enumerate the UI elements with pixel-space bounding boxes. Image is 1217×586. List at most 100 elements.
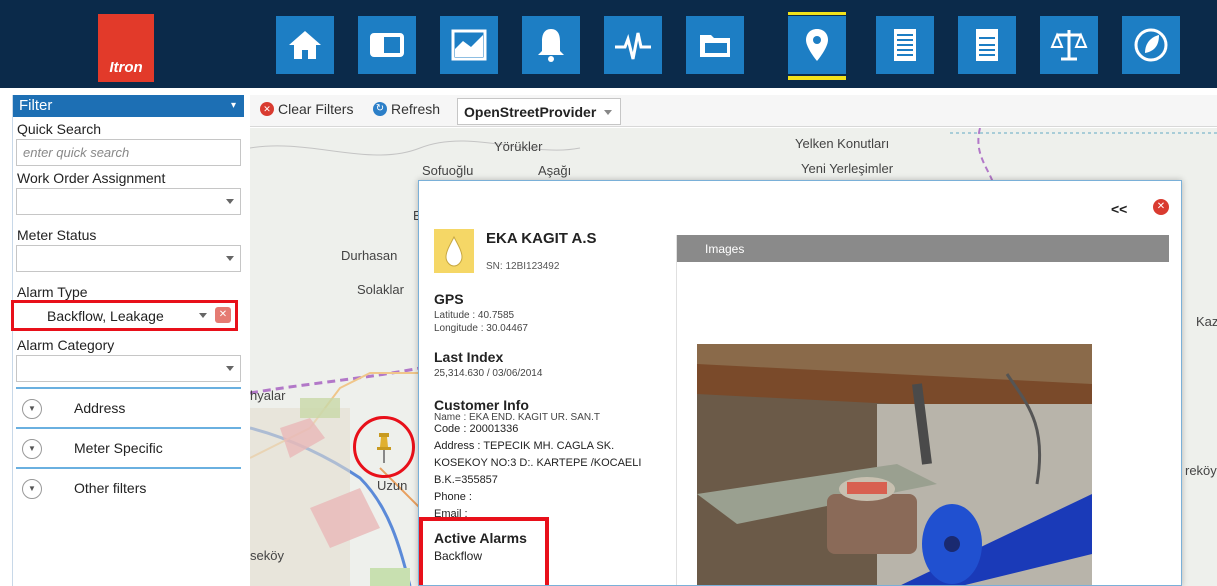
filter-panel: Filter ▾ Quick Search enter quick search…: [11, 95, 244, 586]
work-order-select[interactable]: [16, 188, 241, 215]
nav-balance-button[interactable]: [1040, 16, 1098, 74]
longitude: Longitude : 30.04467: [434, 323, 528, 334]
map-label: Kaz: [1196, 314, 1217, 329]
nav-devices-button[interactable]: [358, 16, 416, 74]
bell-icon: [538, 29, 564, 62]
serial-number: SN: 12BI123492: [486, 261, 560, 272]
nav-monitoring-button[interactable]: [604, 16, 662, 74]
area-chart-icon: [451, 29, 487, 61]
nav-alarms-button[interactable]: [522, 16, 580, 74]
meter-status-select[interactable]: [16, 245, 241, 272]
section-label: Meter Specific: [74, 440, 163, 456]
pulse-icon: [615, 32, 651, 60]
map-label: Uzun: [377, 478, 408, 493]
clear-alarm-type-icon[interactable]: ✕: [215, 307, 231, 323]
report-c-icon: [976, 29, 998, 61]
water-drop-icon: [434, 229, 474, 273]
dropdown-arrow-icon: [226, 256, 234, 261]
alarm-type-select[interactable]: Backflow, Leakage ✕: [11, 300, 238, 331]
map-label: Aşağı: [538, 163, 572, 178]
section-label: Address: [74, 400, 126, 416]
quick-search-input[interactable]: enter quick search: [16, 139, 241, 166]
itron-logo[interactable]: Itron: [98, 14, 154, 82]
top-nav-bar: Itron: [0, 0, 1217, 88]
collapse-button[interactable]: <<: [1111, 201, 1127, 217]
nav-reports-c-button[interactable]: [958, 16, 1016, 74]
clear-filters-label: Clear Filters: [278, 101, 354, 117]
nav-charts-button[interactable]: [440, 16, 498, 74]
map-label: Solaklar: [357, 282, 404, 297]
nav-reports-button[interactable]: [876, 16, 934, 74]
last-index-value: 25,314.630 / 03/06/2014: [434, 368, 543, 379]
map-label: Yörükler: [494, 139, 543, 154]
nav-files-button[interactable]: [686, 16, 744, 74]
active-alarms-value: Backflow: [434, 549, 483, 563]
device-icon: [370, 33, 404, 57]
dropdown-arrow-icon: [226, 199, 234, 204]
gps-title: GPS: [434, 291, 464, 307]
close-popup-icon[interactable]: ✕: [1153, 199, 1169, 215]
expand-icon[interactable]: ▼: [22, 479, 42, 499]
dropdown-arrow-icon: [226, 366, 234, 371]
nav-eco-button[interactable]: [1122, 16, 1180, 74]
dropdown-arrow-icon: [199, 313, 207, 318]
customer-bk: B.K.=355857: [434, 474, 498, 486]
images-title: Images: [677, 235, 1169, 262]
filter-title: Filter: [19, 97, 53, 114]
logo-text: Itron: [109, 59, 143, 76]
map-label: hyalar: [250, 388, 286, 403]
meter-photo[interactable]: [697, 344, 1092, 585]
images-panel: Images: [676, 235, 1169, 585]
latitude: Latitude : 40.7585: [434, 310, 515, 321]
last-index-title: Last Index: [434, 349, 504, 365]
clear-icon: ✕: [260, 102, 274, 116]
active-alarms-title: Active Alarms: [434, 530, 527, 546]
company-name: EKA KAGIT A.S: [486, 230, 597, 247]
alarm-category-select[interactable]: [16, 355, 241, 382]
report-icon: [894, 29, 916, 61]
section-label: Other filters: [74, 480, 147, 496]
meter-details: EKA KAGIT A.S SN: 12BI123492 GPS Latitud…: [419, 225, 674, 585]
map-provider-select[interactable]: OpenStreetProvider: [457, 98, 621, 125]
map-label: seköy: [250, 548, 284, 563]
refresh-label: Refresh: [391, 101, 441, 117]
map-label: Yelken Konutları: [795, 136, 890, 151]
map-pin-icon: [806, 29, 828, 61]
selected-meter-marker[interactable]: [353, 416, 415, 478]
map-label: Yeni Yerleşimler: [801, 161, 894, 176]
meter-status-label: Meter Status: [17, 227, 97, 243]
section-other-filters[interactable]: ▼ Other filters: [16, 469, 241, 509]
expand-icon[interactable]: ▼: [22, 439, 42, 459]
alarm-category-label: Alarm Category: [17, 337, 115, 353]
customer-address-line2: KOSEKOY NO:3 D:. KARTEPE /KOCAELI: [434, 457, 642, 469]
meter-info-popup: << ✕ EKA KAGIT A.S SN: 12BI123492 GPS La…: [418, 180, 1182, 586]
expand-icon[interactable]: ▼: [22, 399, 42, 419]
quick-search-label: Quick Search: [17, 121, 102, 137]
section-address[interactable]: ▼ Address: [16, 389, 241, 429]
alarm-type-label: Alarm Type: [17, 284, 88, 300]
customer-code: Code : 20001336: [434, 423, 519, 435]
home-icon: [289, 31, 321, 59]
section-meter-specific[interactable]: ▼ Meter Specific: [16, 429, 241, 469]
alarm-type-value: Backflow, Leakage: [47, 308, 164, 324]
dropdown-arrow-icon: [604, 110, 612, 115]
customer-phone: Phone :: [434, 491, 472, 503]
filter-header[interactable]: Filter ▾: [13, 95, 244, 117]
meter-photo-image: [697, 344, 1092, 585]
clear-filters-button[interactable]: ✕ Clear Filters: [260, 101, 353, 117]
map-label: Durhasan: [341, 248, 398, 263]
customer-address-line1: Address : TEPECIK MH. CAGLA SK.: [434, 440, 615, 452]
refresh-button[interactable]: ↻ Refresh: [373, 101, 440, 117]
map-label: Sofuoğlu: [422, 163, 474, 178]
nav-map-button[interactable]: [788, 12, 846, 80]
map-toolbar: ✕ Clear Filters ↻ Refresh OpenStreetProv…: [250, 95, 1217, 127]
provider-value: OpenStreetProvider: [464, 104, 597, 120]
pushpin-icon: [377, 433, 391, 463]
map-label: reköy: [1185, 463, 1217, 478]
nav-home-button[interactable]: [276, 16, 334, 74]
folder-icon: [700, 35, 730, 57]
work-order-label: Work Order Assignment: [17, 170, 166, 186]
scale-icon: [1050, 30, 1088, 61]
leaf-icon: [1134, 28, 1168, 62]
caret-down-icon[interactable]: ▾: [231, 100, 236, 111]
